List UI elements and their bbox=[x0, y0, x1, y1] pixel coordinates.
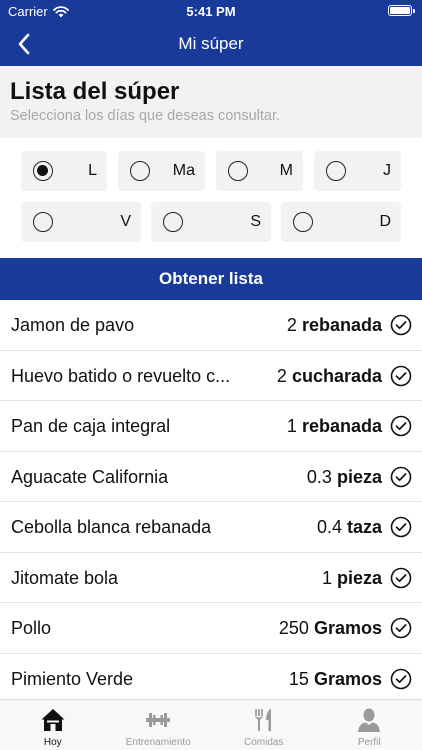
status-bar: Carrier 5:41 PM bbox=[0, 0, 422, 22]
day-label-s: S bbox=[250, 213, 261, 230]
tab-bar: Hoy Entrenamiento Comidas Perfil bbox=[0, 699, 422, 750]
item-unit: taza bbox=[346, 517, 382, 537]
item-unit: rebanada bbox=[301, 416, 382, 436]
check-circle-icon[interactable] bbox=[390, 516, 412, 538]
list-item[interactable]: Aguacate California 0.3 pieza bbox=[0, 451, 422, 502]
shopping-list: Jamon de pavo 2 rebanada Huevo batido o … bbox=[0, 300, 422, 704]
tab-label: Perfil bbox=[357, 737, 381, 748]
status-time: 5:41 PM bbox=[186, 4, 236, 19]
day-option-d[interactable]: D bbox=[281, 202, 401, 242]
tab-label: Hoy bbox=[43, 737, 62, 748]
dumbbell-icon bbox=[146, 713, 171, 727]
tab-comidas[interactable]: Comidas bbox=[211, 700, 317, 750]
item-amount: 2 bbox=[276, 365, 287, 386]
list-item[interactable]: Pan de caja integral 1 rebanada bbox=[0, 401, 422, 452]
radio-button-m[interactable] bbox=[228, 161, 248, 181]
item-amount: 250 bbox=[278, 618, 309, 638]
item-quantity: 15 Gramos bbox=[289, 669, 382, 690]
home-icon bbox=[41, 709, 65, 731]
list-item[interactable]: Jamon de pavo 2 rebanada bbox=[0, 300, 422, 351]
radio-button-s[interactable] bbox=[163, 212, 183, 232]
tab-entrenamiento[interactable]: Entrenamiento bbox=[106, 700, 212, 750]
page-title: Lista del súper bbox=[10, 78, 180, 105]
check-circle-icon[interactable] bbox=[390, 617, 412, 639]
item-quantity: 0.3 pieza bbox=[307, 467, 382, 488]
item-unit: cucharada bbox=[291, 365, 382, 386]
day-option-j[interactable]: J bbox=[314, 151, 401, 191]
item-amount: 0.4 bbox=[316, 517, 342, 537]
tab-perfil[interactable]: Perfil bbox=[317, 700, 422, 750]
get-list-button[interactable]: Obtener lista bbox=[0, 258, 422, 300]
day-label-ma: Ma bbox=[172, 162, 195, 179]
check-circle-icon[interactable] bbox=[390, 314, 412, 336]
item-unit: Gramos bbox=[313, 618, 382, 638]
item-name: Pan de caja integral bbox=[11, 416, 171, 436]
item-name: Jitomate bola bbox=[11, 567, 119, 588]
day-label-d: D bbox=[379, 213, 391, 230]
radio-button-v[interactable] bbox=[33, 212, 53, 232]
item-unit: pieza bbox=[336, 466, 382, 487]
item-name: Huevo batido o revuelto c... bbox=[11, 365, 231, 386]
item-amount: 1 bbox=[321, 567, 332, 588]
fork-knife-icon bbox=[254, 709, 271, 731]
day-label-m: M bbox=[279, 162, 293, 179]
item-quantity: 2 cucharada bbox=[277, 366, 382, 387]
item-unit: Gramos bbox=[313, 668, 382, 689]
tab-label: Comidas bbox=[244, 737, 284, 748]
list-item[interactable]: Pimiento Verde 15 Gramos bbox=[0, 653, 422, 704]
check-circle-icon[interactable] bbox=[390, 567, 412, 589]
check-circle-icon[interactable] bbox=[390, 365, 412, 387]
tab-hoy[interactable]: Hoy bbox=[0, 700, 106, 750]
day-selector: L Ma M J V S D bbox=[0, 138, 422, 258]
page-subtitle: Selecciona los días que deseas consultar… bbox=[10, 108, 281, 124]
day-option-v[interactable]: V bbox=[21, 202, 141, 242]
item-name: Pimiento Verde bbox=[11, 668, 134, 689]
check-circle-icon[interactable] bbox=[390, 415, 412, 437]
item-name: Jamon de pavo bbox=[11, 315, 135, 335]
item-quantity: 2 rebanada bbox=[287, 315, 382, 336]
item-unit: rebanada bbox=[301, 315, 382, 335]
day-option-ma[interactable]: Ma bbox=[118, 151, 205, 191]
item-name: Aguacate California bbox=[11, 466, 169, 487]
list-item[interactable]: Huevo batido o revuelto c... 2 cucharada bbox=[0, 350, 422, 401]
item-amount: 0.3 bbox=[306, 466, 332, 487]
item-quantity: 0.4 taza bbox=[317, 517, 382, 538]
list-item[interactable]: Jitomate bola 1 pieza bbox=[0, 552, 422, 603]
battery-icon bbox=[388, 5, 415, 16]
item-amount: 15 bbox=[288, 668, 309, 689]
list-item[interactable]: Pollo 250 Gramos bbox=[0, 603, 422, 654]
radio-button-l[interactable] bbox=[33, 161, 53, 181]
day-option-l[interactable]: L bbox=[21, 151, 107, 191]
item-amount: 2 bbox=[286, 315, 297, 335]
day-label-l: L bbox=[88, 162, 97, 179]
list-item[interactable]: Cebolla blanca rebanada 0.4 taza bbox=[0, 502, 422, 553]
item-quantity: 250 Gramos bbox=[279, 618, 382, 639]
radio-button-j[interactable] bbox=[326, 161, 346, 181]
item-quantity: 1 pieza bbox=[322, 568, 382, 589]
page-header: Lista del súper Selecciona los días que … bbox=[0, 66, 422, 138]
radio-button-d[interactable] bbox=[293, 212, 313, 232]
item-name: Pollo bbox=[11, 618, 52, 638]
item-name: Cebolla blanca rebanada bbox=[11, 517, 212, 537]
nav-bar: Mi súper bbox=[0, 22, 422, 66]
check-circle-icon[interactable] bbox=[390, 668, 412, 690]
day-label-j: J bbox=[383, 162, 391, 179]
tab-label: Entrenamiento bbox=[125, 737, 191, 748]
item-amount: 1 bbox=[286, 416, 297, 436]
check-circle-icon[interactable] bbox=[390, 466, 412, 488]
item-quantity: 1 rebanada bbox=[287, 416, 382, 437]
day-option-s[interactable]: S bbox=[151, 202, 271, 242]
person-icon bbox=[358, 708, 381, 732]
item-unit: pieza bbox=[336, 567, 382, 588]
day-label-v: V bbox=[120, 213, 131, 230]
day-option-m[interactable]: M bbox=[216, 151, 303, 191]
radio-button-ma[interactable] bbox=[130, 161, 150, 181]
nav-title: Mi súper bbox=[178, 34, 244, 53]
